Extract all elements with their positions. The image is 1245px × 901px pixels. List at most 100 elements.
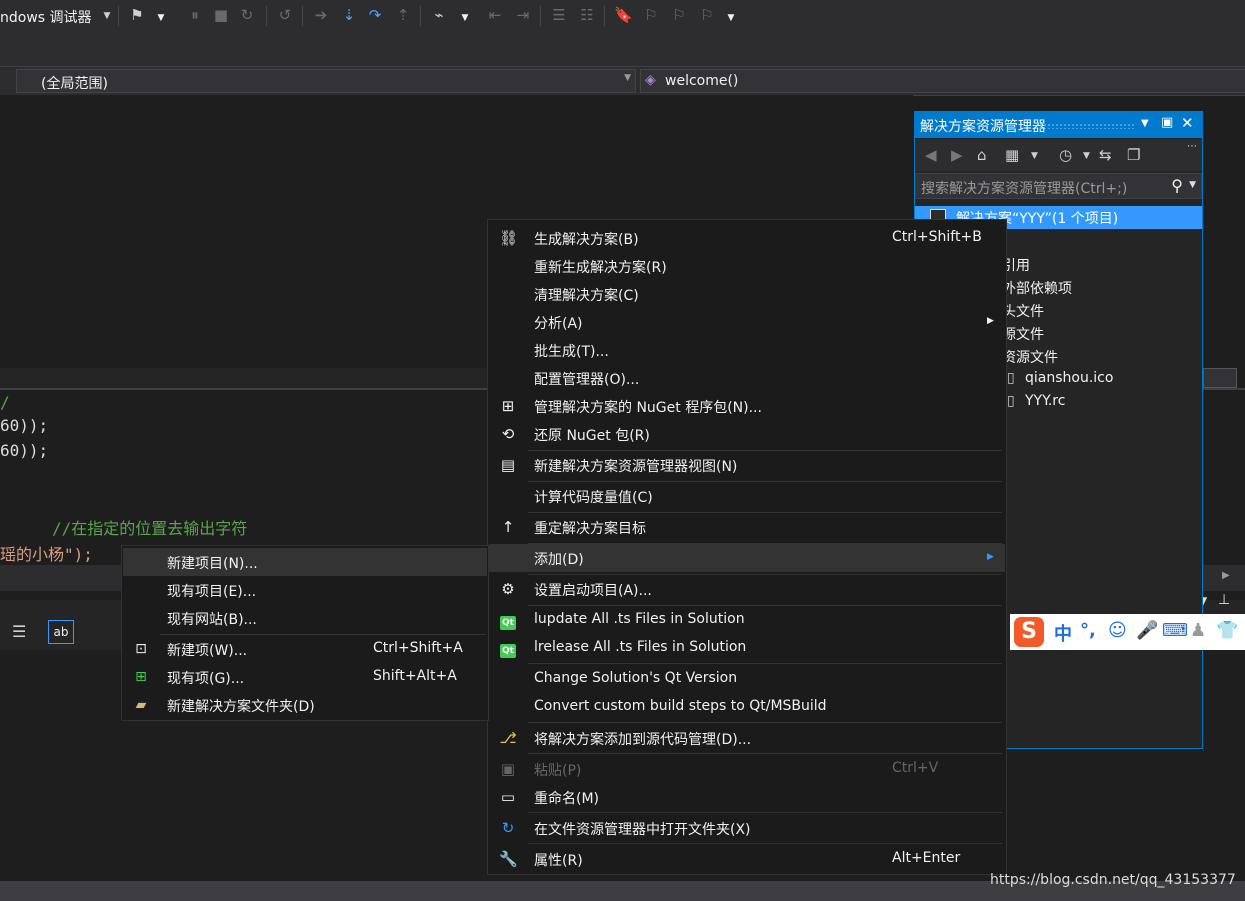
- menu-item-label: 粘贴(P): [534, 763, 582, 779]
- scope-dropdown[interactable]: (全局范围) ▼: [16, 69, 636, 93]
- menu-item-add[interactable]: 添加(D) ▶: [489, 544, 1005, 572]
- tree-item-external-deps[interactable]: 外部依赖项: [1002, 278, 1072, 298]
- submenu-item-new-item[interactable]: ⊡ 新建项(W)... Ctrl+Shift+A: [123, 635, 487, 663]
- step-out-icon[interactable]: ⇡: [394, 6, 412, 24]
- sync-icon[interactable]: ⇆: [1099, 146, 1112, 164]
- clear-bookmarks-icon[interactable]: ⚐: [698, 6, 716, 24]
- prev-bookmark-icon[interactable]: ⚐: [642, 6, 660, 24]
- tree-item-ico-file[interactable]: qianshou.ico: [1025, 370, 1113, 386]
- solution-explorer-search[interactable]: 搜索解决方案资源管理器(Ctrl+;) ⚲ ▼: [915, 173, 1202, 199]
- menu-item-shortcut: Ctrl+Shift+A: [373, 640, 463, 656]
- home-icon[interactable]: ⌂: [977, 146, 987, 164]
- menu-item-shortcut: Shift+Alt+A: [373, 668, 457, 684]
- menu-item-set-startup[interactable]: ⚙ 设置启动项目(A)...: [489, 575, 1005, 603]
- member-dropdown[interactable]: ◈ welcome(): [640, 69, 1245, 93]
- microphone-icon[interactable]: 🎤: [1136, 620, 1158, 641]
- bookmark-icon[interactable]: 🔖: [614, 6, 633, 24]
- pending-changes-icon[interactable]: ◷: [1059, 146, 1072, 164]
- skin-icon[interactable]: 👕: [1216, 620, 1238, 641]
- switch-views-icon[interactable]: ▦: [1005, 146, 1019, 164]
- menu-item-manage-nuget[interactable]: ⊞ 管理解决方案的 NuGet 程序包(N)...: [489, 392, 1005, 420]
- collapse-all-icon[interactable]: ❐: [1127, 146, 1140, 164]
- search-icon[interactable]: ⚲: [1171, 176, 1183, 195]
- window-menu-icon[interactable]: ▼: [1141, 118, 1149, 129]
- thread-dropdown-icon[interactable]: ▼: [456, 9, 474, 27]
- solution-context-menu: ⛓ 生成解决方案(B) Ctrl+Shift+B 重新生成解决方案(R) 清理解…: [487, 219, 1007, 875]
- ime-mode[interactable]: 中: [1054, 620, 1072, 646]
- emoji-icon[interactable]: ☺: [1108, 620, 1127, 641]
- menu-item-analyze[interactable]: 分析(A) ▶: [489, 308, 1005, 336]
- ime-logo[interactable]: S: [1014, 617, 1044, 647]
- source-control-icon: ⎇: [499, 729, 517, 747]
- menu-item-build[interactable]: ⛓ 生成解决方案(B) Ctrl+Shift+B: [489, 224, 1005, 252]
- step-into-icon[interactable]: ⇣: [340, 6, 358, 24]
- attach-icon[interactable]: ⚑: [128, 6, 146, 24]
- clear-all-icon[interactable]: ☰: [12, 622, 26, 641]
- keyboard-icon[interactable]: ⌨: [1162, 620, 1188, 641]
- menu-item-retarget[interactable]: ↑ 重定解决方案目标: [489, 513, 1005, 541]
- stop-icon[interactable]: ■: [212, 6, 230, 24]
- code-line: 60));: [0, 441, 49, 460]
- menu-separator: [528, 843, 1002, 844]
- menu-item-clean[interactable]: 清理解决方案(C): [489, 280, 1005, 308]
- menu-item-batch-build[interactable]: 批生成(T)...: [489, 336, 1005, 364]
- submenu-item-new-project[interactable]: 新建项目(N)...: [123, 548, 487, 576]
- new-folder-icon: ▰: [135, 697, 147, 713]
- scrollbar-thumb[interactable]: [1203, 368, 1237, 388]
- user-icon[interactable]: ♟: [1190, 620, 1206, 641]
- menu-item-open-folder[interactable]: ↻ 在文件资源管理器中打开文件夹(X): [489, 814, 1005, 842]
- switch-views-dropdown-icon[interactable]: ▼: [1031, 151, 1038, 161]
- menu-item-change-qt-version[interactable]: Change Solution's Qt Version: [489, 665, 1005, 693]
- forward-icon[interactable]: ▶: [951, 146, 963, 164]
- outdent-icon[interactable]: ⇥: [514, 6, 532, 24]
- menu-item-label: 现有项目(E)...: [167, 584, 257, 600]
- tree-item-resource-files[interactable]: 资源文件: [1002, 347, 1058, 367]
- menu-item-properties[interactable]: 🔧 属性(R) Alt+Enter: [489, 845, 1005, 873]
- menu-item-code-metrics[interactable]: 计算代码度量值(C): [489, 482, 1005, 510]
- submenu-item-existing-project[interactable]: 现有项目(E)...: [123, 576, 487, 604]
- tree-item-header-files[interactable]: 头文件: [1002, 301, 1044, 321]
- pending-dropdown-icon[interactable]: ▼: [1083, 151, 1090, 161]
- scroll-right-icon[interactable]: ▶: [1222, 570, 1230, 581]
- menu-item-add-source-control[interactable]: ⎇ 将解决方案添加到源代码管理(D)...: [489, 724, 1005, 752]
- restore-icon: ⟲: [501, 425, 515, 443]
- menu-item-new-view[interactable]: ▤ 新建解决方案资源管理器视图(N): [489, 451, 1005, 479]
- close-icon[interactable]: ✕: [1181, 114, 1194, 132]
- menu-item-lupdate[interactable]: Qt lupdate All .ts Files in Solution: [489, 606, 1005, 634]
- maximize-icon[interactable]: ▣: [1161, 115, 1173, 130]
- pin-icon[interactable]: ⊥: [1218, 592, 1230, 608]
- show-next-statement-icon[interactable]: ➔: [312, 6, 330, 24]
- menu-item-config-manager[interactable]: 配置管理器(O)...: [489, 364, 1005, 392]
- search-dropdown-icon[interactable]: ▼: [1189, 180, 1196, 190]
- menu-item-rebuild[interactable]: 重新生成解决方案(R): [489, 252, 1005, 280]
- word-wrap-icon[interactable]: ab: [48, 620, 74, 644]
- menu-item-paste[interactable]: ▣ 粘贴(P) Ctrl+V: [489, 755, 1005, 783]
- thread-icon[interactable]: ⌁: [430, 6, 448, 24]
- menu-item-restore-nuget[interactable]: ⟲ 还原 NuGet 包(R): [489, 420, 1005, 448]
- back-icon[interactable]: ◀: [925, 146, 937, 164]
- attach-dropdown-icon[interactable]: ▼: [152, 9, 170, 27]
- step-over-icon[interactable]: ↷: [366, 6, 384, 24]
- debugger-label[interactable]: ndows 调试器: [0, 7, 92, 27]
- hot-reload-icon[interactable]: ↺: [276, 6, 294, 24]
- menu-item-lrelease[interactable]: Qt lrelease All .ts Files in Solution: [489, 634, 1005, 662]
- indent-icon[interactable]: ⇤: [486, 6, 504, 24]
- next-bookmark-icon[interactable]: ⚐: [670, 6, 688, 24]
- debugger-dropdown-icon[interactable]: ▼: [98, 7, 116, 25]
- menu-separator: [528, 812, 1002, 813]
- submenu-item-existing-item[interactable]: ⊞ 现有项(G)... Shift+Alt+A: [123, 663, 487, 691]
- menu-item-shortcut: Ctrl+Shift+B: [892, 229, 982, 245]
- tree-item-rc-file[interactable]: YYY.rc: [1025, 393, 1065, 409]
- pause-icon[interactable]: ⏸: [186, 6, 204, 24]
- punctuation-icon[interactable]: °,: [1080, 620, 1096, 641]
- submenu-item-existing-website[interactable]: 现有网站(B)...: [123, 604, 487, 632]
- menu-item-convert-build-steps[interactable]: Convert custom build steps to Qt/MSBuild: [489, 693, 1005, 721]
- comment-icon[interactable]: ☰: [550, 6, 568, 24]
- uncomment-icon[interactable]: ☷: [578, 6, 596, 24]
- toolbar-overflow-icon[interactable]: ▼: [722, 9, 740, 27]
- restart-icon[interactable]: ↻: [238, 6, 256, 24]
- menu-item-rename[interactable]: ▭ 重命名(M): [489, 783, 1005, 811]
- overflow-icon[interactable]: ⋯: [1187, 141, 1197, 152]
- tree-item-source-files[interactable]: 源文件: [1002, 324, 1044, 344]
- submenu-item-new-folder[interactable]: ▰ 新建解决方案文件夹(D): [123, 691, 487, 719]
